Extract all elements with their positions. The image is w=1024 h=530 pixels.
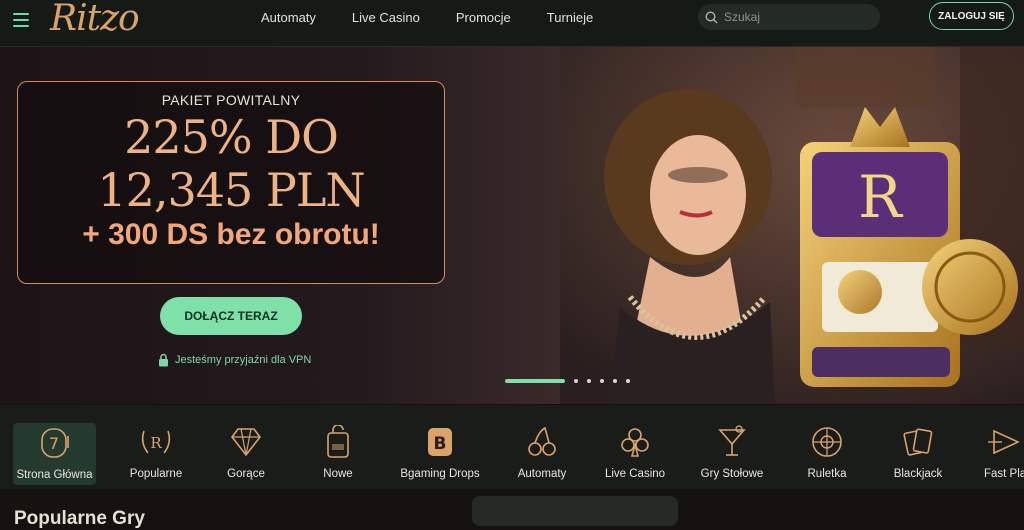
carousel-dot-active[interactable]: [505, 379, 565, 383]
section-title: Popularne Gry: [14, 508, 145, 529]
diamond-icon: [230, 428, 262, 457]
new-tag-icon: [327, 425, 349, 458]
cherries-icon: [528, 426, 556, 456]
category-table-games[interactable]: Gry Stołowe: [696, 422, 768, 486]
hamburger-menu-icon[interactable]: [13, 13, 29, 27]
carousel-dot[interactable]: [574, 379, 578, 383]
main-nav: Automaty Live Casino Promocje Turnieje: [243, 10, 611, 26]
category-roulette[interactable]: Ruletka: [800, 422, 854, 486]
cocktail-glass-icon: [718, 425, 746, 456]
login-button[interactable]: ZALOGUJ SIĘ: [929, 2, 1014, 30]
nav-item-live-casino[interactable]: Live Casino: [334, 10, 438, 26]
offer-amount-line2: 12,345 PLN: [97, 163, 365, 217]
category-bgaming-drops[interactable]: B Bgaming Drops: [398, 422, 482, 486]
category-popular[interactable]: R Popularne: [117, 422, 195, 486]
category-label: Strona Główna: [16, 469, 93, 481]
hero-banner[interactable]: R PAKIET POWITALNY 225% DO 12,345 PLN + …: [0, 47, 1024, 404]
category-fast-play[interactable]: Fast Pla: [984, 422, 1024, 486]
nav-item-promocje[interactable]: Promocje: [438, 10, 529, 26]
offer-extra: + 300 DS bez obrotu!: [82, 218, 380, 251]
category-label: Blackjack: [893, 468, 943, 480]
join-now-button[interactable]: DOŁĄCZ TERAZ: [160, 297, 302, 335]
category-hot[interactable]: Gorące: [212, 422, 280, 486]
club-suit-icon: [621, 428, 649, 457]
carousel-dot[interactable]: [600, 379, 604, 383]
carousel-dot[interactable]: [613, 379, 617, 383]
content-area: Popularne Gry: [0, 489, 1024, 529]
search-input[interactable]: [722, 9, 866, 25]
category-label: Fast Pla: [984, 468, 1024, 480]
vpn-text: Jesteśmy przyjaźni dla VPN: [175, 354, 312, 366]
lock-icon: [159, 353, 168, 367]
category-label: Gry Stołowe: [700, 468, 764, 480]
category-label: Nowe: [323, 468, 353, 480]
category-label: Live Casino: [604, 468, 666, 480]
offer-label: PAKIET POWITALNY: [161, 92, 301, 108]
nav-item-automaty[interactable]: Automaty: [243, 10, 334, 26]
category-label: Bgaming Drops: [400, 468, 480, 480]
bgaming-b-icon: B: [428, 428, 452, 456]
nav-item-turnieje[interactable]: Turnieje: [529, 10, 611, 26]
carousel-dot[interactable]: [626, 379, 630, 383]
carousel-dot[interactable]: [587, 379, 591, 383]
svg-text:B: B: [434, 434, 447, 454]
category-slots[interactable]: Automaty: [510, 422, 574, 486]
category-label: Ruletka: [807, 468, 847, 480]
cards-icon: [903, 428, 933, 456]
category-new[interactable]: Nowe: [308, 422, 368, 486]
category-live-casino[interactable]: Live Casino: [600, 422, 670, 486]
slot-seven-icon: 7: [40, 428, 69, 458]
category-home[interactable]: 7 Strona Główna: [13, 423, 96, 485]
site-logo[interactable]: Ritzo: [50, 0, 140, 39]
winners-panel: [472, 496, 678, 526]
fast-play-icon: [988, 429, 1020, 455]
welcome-offer-box: PAKIET POWITALNY 225% DO 12,345 PLN + 30…: [17, 81, 445, 284]
category-blackjack[interactable]: Blackjack: [888, 422, 948, 486]
category-bar: 7 Strona Główna R Popularne Gorące Nowe …: [0, 405, 1024, 489]
svg-text:7: 7: [48, 434, 58, 453]
vpn-notice: Jesteśmy przyjaźni dla VPN: [158, 353, 311, 367]
search-icon: [705, 10, 718, 23]
svg-text:R: R: [858, 163, 904, 231]
top-header: Ritzo Automaty Live Casino Promocje Turn…: [0, 0, 1024, 47]
carousel-dots: [505, 379, 630, 383]
svg-text:R: R: [150, 434, 162, 452]
category-label: Gorące: [227, 468, 265, 480]
category-label: Popularne: [129, 468, 183, 480]
hero-illustration: R: [560, 47, 1024, 404]
laurel-badge-icon: R: [141, 430, 171, 454]
search-box[interactable]: [698, 4, 880, 30]
category-label: Automaty: [517, 468, 567, 480]
roulette-icon: [812, 427, 842, 457]
offer-amount-line1: 225% DO: [124, 110, 339, 164]
